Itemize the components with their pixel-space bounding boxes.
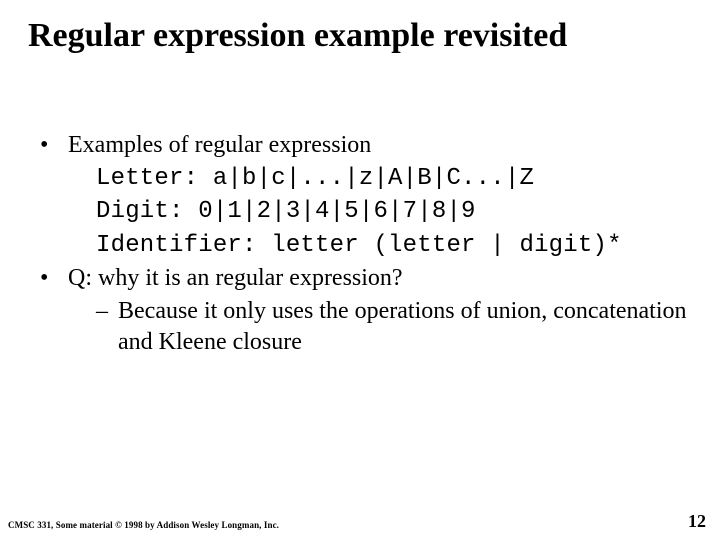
code-line: Identifier: letter (letter | digit)*	[96, 230, 700, 261]
slide-title: Regular expression example revisited	[28, 16, 700, 55]
page-number: 12	[688, 511, 706, 532]
sub-bullet-text: Because it only uses the operations of u…	[118, 296, 700, 358]
code-line: Letter: a|b|c|...|z|A|B|C...|Z	[96, 163, 700, 194]
footer-text: CMSC 331, Some material © 1998 by Addiso…	[8, 520, 279, 530]
bullet-item: • Q: why it is an regular expression?	[36, 263, 700, 294]
bullet-text: Q: why it is an regular expression?	[68, 263, 700, 294]
bullet-marker-icon: •	[36, 130, 68, 161]
dash-marker-icon: –	[96, 296, 118, 358]
slide: Regular expression example revisited • E…	[0, 0, 720, 540]
bullet-marker-icon: •	[36, 263, 68, 294]
code-line: Digit: 0|1|2|3|4|5|6|7|8|9	[96, 196, 700, 227]
sub-bullet-item: – Because it only uses the operations of…	[96, 296, 700, 358]
slide-body: • Examples of regular expression Letter:…	[36, 130, 700, 358]
bullet-text: Examples of regular expression	[68, 130, 700, 161]
bullet-item: • Examples of regular expression	[36, 130, 700, 161]
